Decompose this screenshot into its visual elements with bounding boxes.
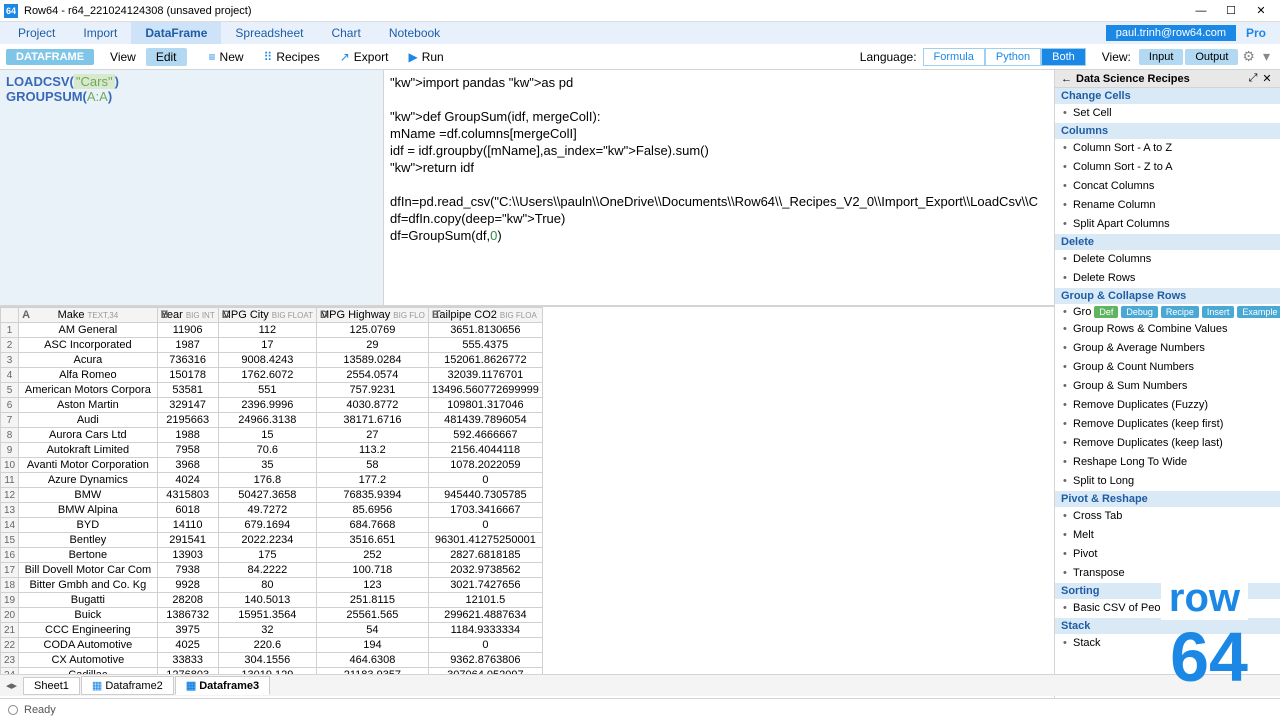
tab-sheet1[interactable]: Sheet1 (23, 677, 80, 695)
menu-notebook[interactable]: Notebook (375, 22, 454, 44)
menu-project[interactable]: Project (4, 22, 69, 44)
sp-section: Delete (1055, 234, 1280, 250)
dataframe-label: DATAFRAME (6, 49, 94, 65)
toolbar: DATAFRAME View Edit ≡New ⠿Recipes ↗Expor… (0, 44, 1280, 70)
sp-item[interactable]: Remove Duplicates (Fuzzy) (1055, 396, 1280, 415)
gear-icon[interactable]: ⚙ (1238, 48, 1259, 65)
sp-item[interactable]: Concat Columns (1055, 177, 1280, 196)
tabs-prev-icon[interactable]: ◂▸ (0, 679, 23, 692)
minimize-icon[interactable]: — (1186, 1, 1216, 21)
language-label: Language: (860, 50, 917, 64)
back-icon[interactable]: ← (1061, 73, 1072, 85)
sp-item[interactable]: Melt (1055, 526, 1280, 545)
panel-close-icon[interactable]: ✕ (1260, 72, 1274, 85)
statusbar: Ready (0, 698, 1280, 720)
menu-icon[interactable]: ▾ (1259, 48, 1274, 65)
window-title: Row64 - r64_221024124308 (unsaved projec… (24, 5, 1186, 17)
edit-button[interactable]: Edit (146, 48, 187, 66)
pin-icon[interactable]: ⤢ (1246, 72, 1260, 85)
run-button[interactable]: ▶Run (398, 48, 453, 66)
status-icon (8, 705, 18, 715)
data-grid[interactable]: AMakeTEXT,34BYearBIG INTCMPG CityBIG FLO… (0, 307, 543, 694)
sp-item[interactable]: Group & Count Numbers (1055, 358, 1280, 377)
formula-pane[interactable]: LOADCSV("Cars") GROUPSUM(A:A) (0, 70, 384, 305)
tab-dataframe2[interactable]: ▦Dataframe2 (81, 676, 174, 695)
sp-item[interactable]: Column Sort - A to Z (1055, 139, 1280, 158)
user-label[interactable]: paul.trinh@row64.com (1106, 25, 1236, 41)
sp-item[interactable]: Split Apart Columns (1055, 215, 1280, 234)
view-button[interactable]: View (100, 48, 146, 66)
view-label: View: (1102, 50, 1131, 64)
output-button[interactable]: Output (1185, 49, 1238, 65)
sp-item[interactable]: Split to Long (1055, 472, 1280, 491)
menu-chart[interactable]: Chart (317, 22, 374, 44)
app-icon: 64 (4, 4, 18, 18)
pro-label: Pro (1236, 26, 1276, 40)
sp-section: Group & Collapse Rows (1055, 288, 1280, 304)
menu-import[interactable]: Import (69, 22, 131, 44)
sp-item[interactable]: Group Rows & Combine Values (1055, 320, 1280, 339)
sp-item[interactable]: Pivot (1055, 545, 1280, 564)
sp-item[interactable]: Column Sort - Z to A (1055, 158, 1280, 177)
titlebar: 64 Row64 - r64_221024124308 (unsaved pro… (0, 0, 1280, 22)
sp-item[interactable]: Delete Columns (1055, 250, 1280, 269)
menubar: ProjectImportDataFrameSpreadsheetChartNo… (0, 22, 1280, 44)
sp-item[interactable]: Rename Column (1055, 196, 1280, 215)
tab-dataframe3[interactable]: ▦Dataframe3 (175, 676, 270, 695)
python-button[interactable]: Python (985, 48, 1041, 66)
sp-section: Columns (1055, 123, 1280, 139)
maximize-icon[interactable]: ☐ (1216, 1, 1246, 21)
logo-row: row (1161, 576, 1248, 620)
sidepanel-title: Data Science Recipes (1076, 73, 1246, 85)
sidepanel-header: ← Data Science Recipes ⤢ ✕ (1055, 70, 1280, 88)
both-button[interactable]: Both (1041, 48, 1086, 66)
menu-dataframe[interactable]: DataFrame (131, 22, 221, 44)
sp-item[interactable]: Group & Sum Numbers (1055, 377, 1280, 396)
sp-section: Change Cells (1055, 88, 1280, 104)
sp-item-hover[interactable]: GroDefDebugRecipeInsertExample (1055, 304, 1280, 320)
sp-item[interactable]: Remove Duplicates (keep last) (1055, 434, 1280, 453)
sheet-tabs: ◂▸ Sheet1▦Dataframe2▦Dataframe3 (0, 674, 1280, 696)
sp-item[interactable]: Group & Average Numbers (1055, 339, 1280, 358)
sp-item[interactable]: Reshape Long To Wide (1055, 453, 1280, 472)
status-text: Ready (24, 704, 56, 716)
recipes-button[interactable]: ⠿Recipes (254, 48, 330, 66)
close-icon[interactable]: ✕ (1246, 1, 1276, 21)
sp-item[interactable]: Delete Rows (1055, 269, 1280, 288)
sp-section: Pivot & Reshape (1055, 491, 1280, 507)
sp-item[interactable]: Cross Tab (1055, 507, 1280, 526)
export-button[interactable]: ↗Export (330, 48, 399, 66)
logo-64: 64 (1170, 622, 1248, 692)
menu-spreadsheet[interactable]: Spreadsheet (221, 22, 317, 44)
sp-item[interactable]: Set Cell (1055, 104, 1280, 123)
formula-button[interactable]: Formula (923, 48, 985, 66)
sp-item[interactable]: Remove Duplicates (keep first) (1055, 415, 1280, 434)
input-button[interactable]: Input (1139, 49, 1183, 65)
new-button[interactable]: ≡New (199, 48, 254, 66)
